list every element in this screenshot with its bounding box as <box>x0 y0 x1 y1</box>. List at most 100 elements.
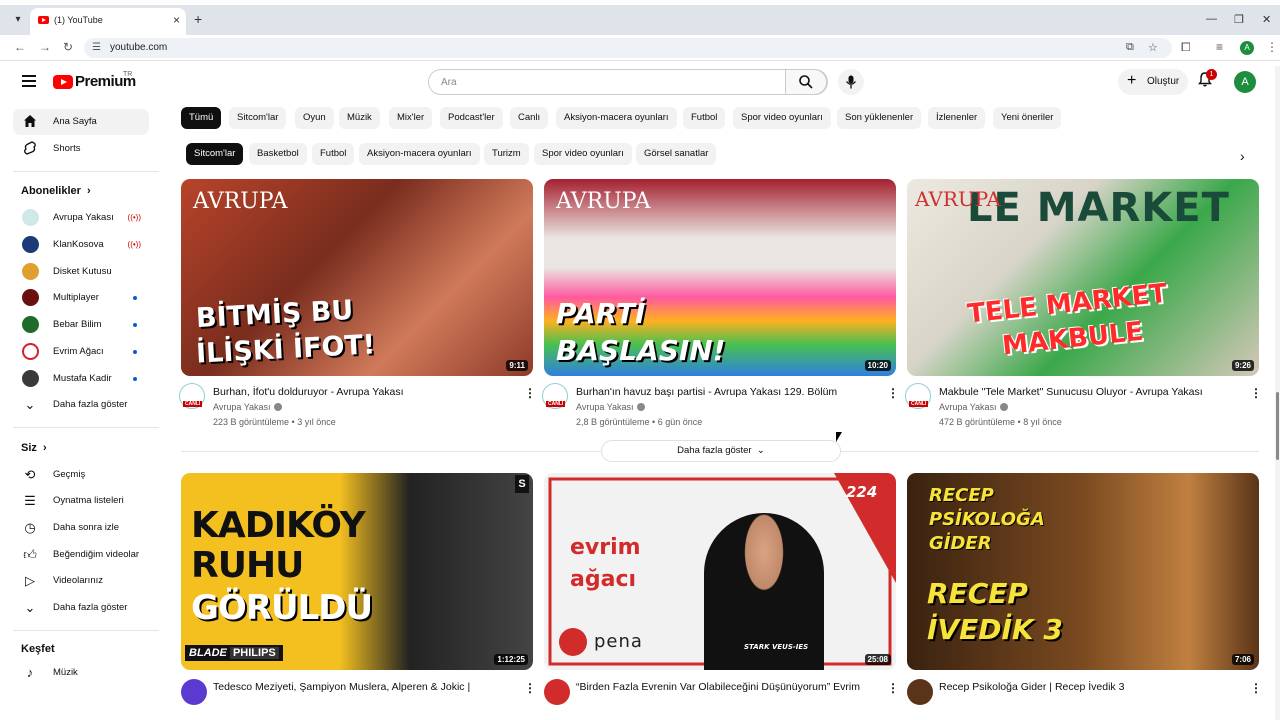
tab-search-icon[interactable]: ▾ <box>10 12 26 28</box>
sidebar-item-home[interactable]: Ana Sayfa <box>13 109 149 135</box>
url-text[interactable]: youtube.com <box>110 42 167 53</box>
video-thumbnail[interactable]: evrim ağacı 224 pena STARK VEUS-IES 25:0… <box>544 473 896 670</box>
media-control-icon[interactable]: ≡ <box>1216 40 1223 54</box>
chip[interactable]: Futbol <box>683 107 726 129</box>
search-box[interactable]: Ara <box>428 69 828 95</box>
browser-menu-icon[interactable]: ⋮ <box>1266 40 1278 54</box>
sidebar-item-your-videos[interactable]: ▷ Videolarınız <box>13 568 149 594</box>
chip[interactable]: Canlı <box>510 107 549 129</box>
thumbnail-caption: İLİŞKİ İFOT! <box>195 329 376 370</box>
sidebar-item-shorts[interactable]: Shorts <box>13 136 149 162</box>
channel-name[interactable]: Avrupa Yakası <box>213 402 282 412</box>
sidebar-item-music[interactable]: ♪ Müzik <box>13 660 149 686</box>
minimize-icon[interactable]: — <box>1206 13 1217 25</box>
video-thumbnail[interactable]: AVRUPA BİTMİŞ BU İLİŞKİ İFOT! 9:11 <box>181 179 533 376</box>
forward-icon[interactable]: → <box>39 40 51 54</box>
channel-name[interactable]: Avrupa Yakası <box>939 402 1008 412</box>
chip[interactable]: Müzik <box>339 107 380 129</box>
chevron-right-icon[interactable]: › <box>1240 148 1245 164</box>
more-actions-icon[interactable]: ⋮ <box>887 681 899 695</box>
chip[interactable]: Tümü <box>181 107 222 129</box>
sidebar-item-history[interactable]: ⟲ Geçmiş <box>13 462 149 488</box>
site-info-icon[interactable]: ☰ <box>92 42 101 53</box>
chip[interactable]: Mix'ler <box>389 107 433 129</box>
notifications-button[interactable]: 1 <box>1198 69 1217 90</box>
extensions-icon[interactable]: ⧠ <box>1181 40 1191 55</box>
chip[interactable]: Sitcom'lar <box>186 143 244 165</box>
sidebar-sub-item[interactable]: Evrim Ağacı <box>13 339 149 365</box>
video-title[interactable]: “Birden Fazla Evrenin Var Olabileceğini … <box>576 681 876 693</box>
live-badge: CANLI <box>909 401 929 407</box>
channel-avatar[interactable] <box>907 679 933 705</box>
sidebar-sub-item[interactable]: Avrupa Yakası ((•)) <box>13 205 149 231</box>
chip[interactable]: Aksiyon-macera oyunları <box>359 143 480 165</box>
video-thumbnail[interactable]: KADIKÖY RUHU GÖRÜLDÜ BLADE PHILIPS S 1:1… <box>181 473 533 670</box>
chip[interactable]: Turizm <box>484 143 529 165</box>
reload-icon[interactable]: ↻ <box>63 40 73 54</box>
chip[interactable]: Spor video oyunları <box>534 143 632 165</box>
video-title[interactable]: Burhan'ın havuz başı partisi - Avrupa Ya… <box>576 386 876 398</box>
subscriptions-heading[interactable]: Abonelikler › <box>21 185 91 197</box>
video-thumbnail[interactable]: RECEP PSİKOLOĞA GİDER RECEP İVEDİK 3 7:0… <box>907 473 1259 670</box>
scrollbar-thumb[interactable] <box>1276 392 1279 460</box>
search-button[interactable] <box>785 69 827 95</box>
video-title[interactable]: Burhan, İfot'u dolduruyor - Avrupa Yakas… <box>213 386 513 398</box>
sidebar-show-more[interactable]: ⌄ Daha fazla göster <box>13 392 149 418</box>
chip[interactable]: Spor video oyunları <box>733 107 831 129</box>
channel-avatar[interactable]: CANLI <box>179 383 205 409</box>
chip[interactable]: Oyun <box>295 107 334 129</box>
chip[interactable]: Sitcom'lar <box>229 107 287 129</box>
channel-avatar[interactable]: CANLI <box>905 383 931 409</box>
sidebar-item-watch-later[interactable]: ◷ Daha sonra izle <box>13 515 149 541</box>
more-actions-icon[interactable]: ⋮ <box>524 681 536 695</box>
more-actions-icon[interactable]: ⋮ <box>887 386 899 400</box>
channel-name[interactable]: Avrupa Yakası <box>576 402 645 412</box>
sidebar-sub-item[interactable]: Mustafa Kadir <box>13 366 149 392</box>
sidebar-sub-item[interactable]: Multiplayer <box>13 285 149 311</box>
video-title[interactable]: Makbule "Tele Market" Sunucusu Oluyor - … <box>939 386 1239 398</box>
channel-avatar[interactable] <box>544 679 570 705</box>
sidebar-sub-item[interactable]: Bebar Bilim <box>13 312 149 338</box>
sidebar-sub-item[interactable]: KlanKosova ((•)) <box>13 232 149 258</box>
tab-close-icon[interactable]: × <box>173 13 180 27</box>
search-input[interactable]: Ara <box>441 77 457 88</box>
chip[interactable]: Aksiyon-macera oyunları <box>556 107 677 129</box>
create-button[interactable]: + Oluştur <box>1118 69 1188 95</box>
chip[interactable]: Son yüklenenler <box>837 107 922 129</box>
browser-profile-avatar[interactable]: A <box>1240 41 1254 55</box>
browser-tab[interactable]: (1) YouTube × <box>30 8 186 35</box>
sidebar-show-more[interactable]: ⌄ Daha fazla göster <box>13 595 149 621</box>
video-title[interactable]: Tedesco Meziyeti, Şampiyon Muslera, Alpe… <box>213 681 513 693</box>
account-avatar[interactable]: A <box>1234 71 1256 93</box>
voice-search-button[interactable] <box>838 69 864 95</box>
you-heading[interactable]: Siz › <box>21 442 47 454</box>
chip[interactable]: Podcast'ler <box>440 107 503 129</box>
thumbnail-sponsor: pena <box>594 631 643 652</box>
new-tab-icon[interactable]: + <box>194 11 202 27</box>
show-more-button[interactable]: Daha fazla göster ⌄ <box>601 440 841 462</box>
chip[interactable]: Görsel sanatlar <box>636 143 717 165</box>
video-title[interactable]: Recep Psikoloğa Gider | Recep İvedik 3 <box>939 681 1239 693</box>
chip[interactable]: İzlenenler <box>928 107 986 129</box>
bookmark-star-icon[interactable]: ☆ <box>1148 41 1158 54</box>
sidebar-item-label: Daha fazla göster <box>53 399 128 410</box>
back-icon[interactable]: ← <box>14 40 26 54</box>
more-actions-icon[interactable]: ⋮ <box>1250 681 1262 695</box>
video-thumbnail[interactable]: AVRUPA PARTİ BAŞLASIN! 10:20 <box>544 179 896 376</box>
sidebar-item-playlists[interactable]: ☰ Oynatma listeleri <box>13 488 149 514</box>
sidebar-item-liked[interactable]: 👍︎ Beğendiğim videolar <box>13 542 149 568</box>
restore-icon[interactable]: ❐ <box>1234 13 1244 26</box>
more-actions-icon[interactable]: ⋮ <box>1250 386 1262 400</box>
chip[interactable]: Futbol <box>312 143 355 165</box>
more-actions-icon[interactable]: ⋮ <box>524 386 536 400</box>
sidebar-sub-item[interactable]: Disket Kutusu <box>13 259 149 285</box>
channel-avatar[interactable]: CANLI <box>542 383 568 409</box>
chip[interactable]: Yeni öneriler <box>993 107 1062 129</box>
chip[interactable]: Basketbol <box>249 143 307 165</box>
window-close-icon[interactable]: ✕ <box>1262 13 1271 26</box>
video-thumbnail[interactable]: LE MARKET AVRUPA TELE MARKET MAKBULE 9:2… <box>907 179 1259 376</box>
guide-menu-icon[interactable] <box>22 75 36 87</box>
channel-avatar[interactable] <box>181 679 207 705</box>
url-bar[interactable]: ☰ youtube.com ⧉ ☆ <box>84 38 1172 58</box>
install-app-icon[interactable]: ⧉ <box>1126 41 1134 54</box>
